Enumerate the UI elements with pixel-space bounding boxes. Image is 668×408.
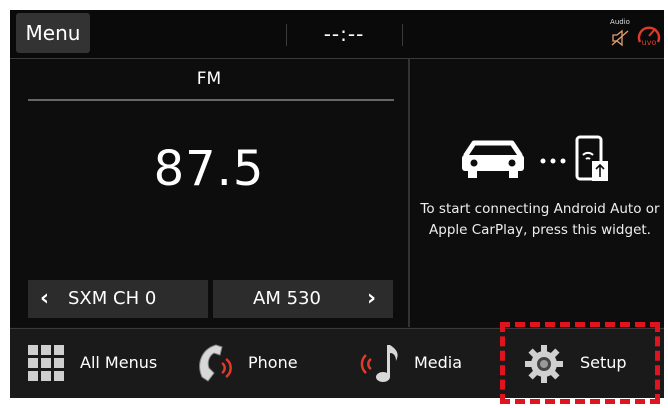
menu-button[interactable]: Menu (16, 13, 90, 53)
previous-preset-label: SXM CH 0 (68, 288, 157, 309)
phone-projection-widget[interactable]: To start connecting Android Auto or Appl… (410, 59, 664, 327)
dock-label-media: Media (414, 353, 463, 372)
ellipsis-icon (540, 158, 566, 164)
setup-highlight-box (500, 322, 660, 404)
music-note-icon (360, 345, 398, 382)
next-preset-button[interactable]: AM 530 › (213, 280, 393, 318)
car-icon (462, 140, 524, 178)
phone-icon (199, 344, 232, 382)
dock-item-phone[interactable]: Phone (188, 329, 338, 398)
dock-label-all-menus: All Menus (80, 353, 158, 372)
radio-panel[interactable]: FM 87.5 ‹ SXM CH 0 AM 530 › (10, 59, 408, 327)
audio-off-indicator: Audio (608, 18, 632, 48)
next-preset-label: AM 530 (253, 288, 321, 309)
grid-icon (28, 345, 64, 381)
uvo-icon: uvo (637, 26, 661, 47)
dock-item-all-menus[interactable]: All Menus (28, 329, 188, 398)
chevron-right-icon: › (367, 286, 377, 311)
phone-usb-icon (575, 135, 608, 181)
radio-band: FM (196, 69, 222, 89)
top-bar: Menu --:-- Audio uvo (10, 10, 664, 59)
band-underline (28, 99, 394, 101)
previous-preset-button[interactable]: ‹ SXM CH 0 (28, 280, 208, 318)
svg-text:uvo: uvo (642, 38, 657, 47)
speaker-muted-icon (611, 29, 629, 47)
clock: --:-- (323, 22, 365, 46)
audio-status-label: Audio (610, 18, 630, 26)
widget-message: To start connecting Android Auto or Appl… (420, 201, 660, 238)
radio-frequency: 87.5 (153, 141, 265, 197)
dock-label-phone: Phone (248, 353, 298, 372)
chevron-left-icon: ‹ (40, 286, 50, 311)
dock-item-media[interactable]: Media (356, 329, 506, 398)
divider (402, 24, 403, 46)
